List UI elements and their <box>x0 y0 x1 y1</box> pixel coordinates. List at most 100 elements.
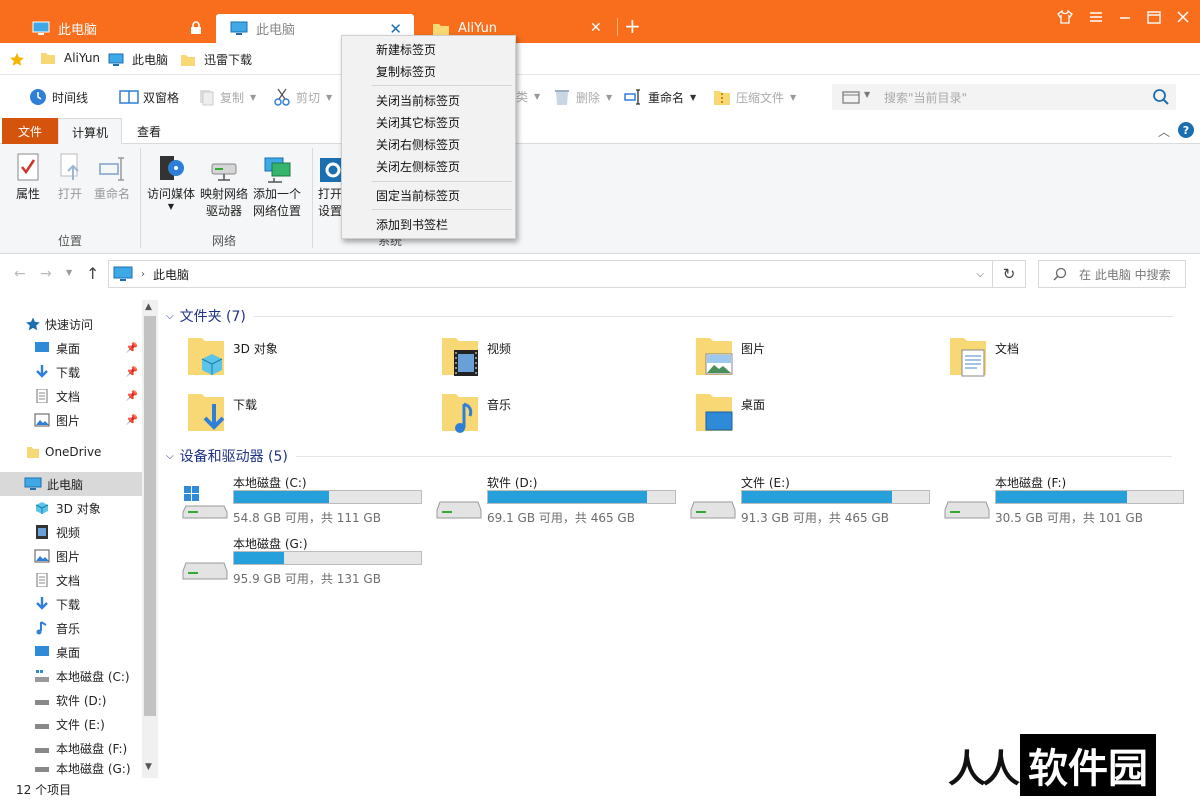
breadcrumb-chevron-icon[interactable]: › <box>141 269 145 280</box>
chevron-down-icon[interactable]: ▼ <box>326 93 332 102</box>
rename-ribbon-button[interactable]: 重命名 <box>92 152 132 203</box>
folder-desktop[interactable]: 桌面 <box>694 390 765 434</box>
chevron-down-icon[interactable]: ▼ <box>790 93 796 102</box>
folder-music[interactable]: 音乐 <box>440 390 511 434</box>
copy-button[interactable]: 复制 ▼ <box>196 88 256 106</box>
nav-quick-pictures[interactable]: 图片 📌 <box>0 408 142 432</box>
address-bar[interactable]: › 此电脑 ⌵ <box>108 260 993 288</box>
back-arrow-icon[interactable]: ← <box>14 266 26 282</box>
nav-quick-downloads[interactable]: 下载 📌 <box>0 360 142 384</box>
new-tab-icon[interactable]: + <box>624 14 641 38</box>
menu-item-close-right-tabs[interactable]: 关闭右侧标签页 <box>376 136 460 153</box>
tab-computer[interactable]: 计算机 <box>58 118 122 145</box>
folder-downloads[interactable]: 下载 <box>186 390 257 434</box>
nav-scrollbar[interactable]: ▲ ▼ <box>142 300 158 778</box>
nav-pictures[interactable]: 图片 <box>0 544 142 568</box>
nav-desktop[interactable]: 桌面 <box>0 640 142 664</box>
nav-videos[interactable]: 视频 <box>0 520 142 544</box>
nav-drive-c[interactable]: 本地磁盘 (C:) <box>0 664 142 688</box>
drives-section-header[interactable]: ⌵ 设备和驱动器 (5) <box>166 446 1172 466</box>
nav-3d-objects[interactable]: 3D 对象 <box>0 496 142 520</box>
star-icon[interactable] <box>10 53 24 66</box>
open-button[interactable]: 打开 <box>54 152 86 203</box>
menu-item-new-tab[interactable]: 新建标签页 <box>376 41 436 58</box>
recent-locations-chevron-icon[interactable]: ▼ <box>66 268 72 277</box>
properties-button[interactable]: 属性 <box>12 152 44 203</box>
compress-button[interactable]: 压缩文件 ▼ <box>712 88 796 106</box>
nav-drive-e[interactable]: 文件 (E:) <box>0 712 142 736</box>
bookmark-this-pc[interactable]: 此电脑 <box>108 51 168 68</box>
pin-icon[interactable]: 📌 <box>126 343 138 354</box>
chevron-down-icon[interactable]: ▼ <box>864 90 870 99</box>
menu-item-close-current-tab[interactable]: 关闭当前标签页 <box>376 92 460 109</box>
up-arrow-icon[interactable]: ↑ <box>86 264 99 283</box>
nav-drive-d[interactable]: 软件 (D:) <box>0 688 142 712</box>
folder-documents[interactable]: 文档 <box>948 334 1019 378</box>
nav-onedrive[interactable]: OneDrive <box>0 440 142 464</box>
drive-item[interactable]: 软件 (D:) 69.1 GB 可用，共 465 GB <box>436 474 676 528</box>
chevron-down-icon[interactable]: ▼ <box>534 92 540 101</box>
add-network-location-button[interactable]: 添加一个 网络位置 <box>252 152 302 220</box>
address-history-chevron-icon[interactable]: ⌵ <box>976 269 984 280</box>
breadcrumb-this-pc[interactable]: 此电脑 <box>153 266 189 283</box>
folder-3d-objects[interactable]: 3D 对象 <box>186 334 278 378</box>
scroll-up-icon[interactable]: ▲ <box>145 302 152 312</box>
refresh-icon[interactable]: ↻ <box>993 260 1026 288</box>
bookmark-aliyun[interactable]: AliYun <box>40 51 100 65</box>
close-window-icon[interactable] <box>1170 6 1196 28</box>
pin-icon[interactable]: 📌 <box>126 367 138 378</box>
forward-arrow-icon[interactable]: → <box>40 266 52 282</box>
collapse-ribbon-icon[interactable]: ︿ <box>1158 123 1170 140</box>
close-tab-icon[interactable]: ✕ <box>590 20 602 36</box>
chevron-down-icon[interactable]: ▼ <box>250 93 256 102</box>
folder-scope-icon[interactable] <box>842 90 860 104</box>
tab-this-pc-pinned[interactable]: 此电脑 <box>22 14 212 43</box>
chevron-down-icon[interactable]: ▼ <box>168 203 174 211</box>
folders-section-header[interactable]: ⌵ 文件夹 (7) <box>166 306 1174 326</box>
cut-button[interactable]: 剪切 ▼ <box>272 88 332 106</box>
minimize-icon[interactable] <box>1112 6 1138 28</box>
pin-icon[interactable]: 📌 <box>126 391 138 402</box>
menu-icon[interactable] <box>1083 6 1109 28</box>
nav-drive-f[interactable]: 本地磁盘 (F:) <box>0 736 142 760</box>
chevron-down-icon[interactable]: ▼ <box>690 93 696 102</box>
nav-quick-desktop[interactable]: 桌面 📌 <box>0 336 142 360</box>
help-icon[interactable]: ? <box>1178 122 1194 138</box>
nav-downloads[interactable]: 下载 <box>0 592 142 616</box>
scrollbar-thumb[interactable] <box>144 316 156 716</box>
drive-item[interactable]: 本地磁盘 (F:) 30.5 GB 可用，共 101 GB <box>944 474 1184 528</box>
access-media-button[interactable]: 访问媒体 ▼ <box>146 152 196 211</box>
nav-this-pc[interactable]: 此电脑 <box>0 472 142 496</box>
search-input[interactable]: 在 此电脑 中搜索 <box>1038 260 1186 288</box>
toolbar-search-input[interactable]: ▼ 搜索"当前目录" <box>832 84 1176 110</box>
drive-item[interactable]: 本地磁盘 (G:) 95.9 GB 可用，共 131 GB <box>182 535 422 589</box>
folder-pictures[interactable]: 图片 <box>694 334 765 378</box>
pin-icon[interactable]: 📌 <box>126 415 138 426</box>
nav-quick-documents[interactable]: 文档 📌 <box>0 384 142 408</box>
drive-item[interactable]: 本地磁盘 (C:) 54.8 GB 可用，共 111 GB <box>182 474 422 528</box>
dual-pane-button[interactable]: 双窗格 <box>119 88 179 106</box>
chevron-down-icon[interactable]: ⌵ <box>166 311 174 322</box>
tab-file[interactable]: 文件 <box>2 118 58 144</box>
delete-button[interactable]: 删除 ▼ <box>552 88 612 106</box>
menu-item-duplicate-tab[interactable]: 复制标签页 <box>376 63 436 80</box>
map-drive-button[interactable]: 映射网络 驱动器 <box>199 152 249 220</box>
nav-music[interactable]: 音乐 <box>0 616 142 640</box>
menu-item-close-other-tabs[interactable]: 关闭其它标签页 <box>376 114 460 131</box>
chevron-down-icon[interactable]: ▼ <box>606 93 612 102</box>
rename-button[interactable]: 重命名 ▼ <box>624 88 696 106</box>
skin-icon[interactable] <box>1052 6 1078 28</box>
scroll-down-icon[interactable]: ▼ <box>145 762 152 772</box>
partially-hidden-button[interactable]: 类 ▼ <box>516 88 540 105</box>
nav-drive-g[interactable]: 本地磁盘 (G:) <box>0 760 142 778</box>
nav-quick-access[interactable]: 快速访问 <box>0 312 142 336</box>
menu-item-add-to-bookmarks[interactable]: 添加到书签栏 <box>376 216 448 233</box>
timeline-button[interactable]: 时间线 <box>28 88 88 106</box>
folder-videos[interactable]: 视频 <box>440 334 511 378</box>
tab-view[interactable]: 查看 <box>124 118 174 144</box>
menu-item-pin-tab[interactable]: 固定当前标签页 <box>376 187 460 204</box>
drive-item[interactable]: 文件 (E:) 91.3 GB 可用，共 465 GB <box>690 474 930 528</box>
menu-item-close-left-tabs[interactable]: 关闭左侧标签页 <box>376 158 460 175</box>
maximize-icon[interactable] <box>1141 6 1167 28</box>
nav-documents[interactable]: 文档 <box>0 568 142 592</box>
